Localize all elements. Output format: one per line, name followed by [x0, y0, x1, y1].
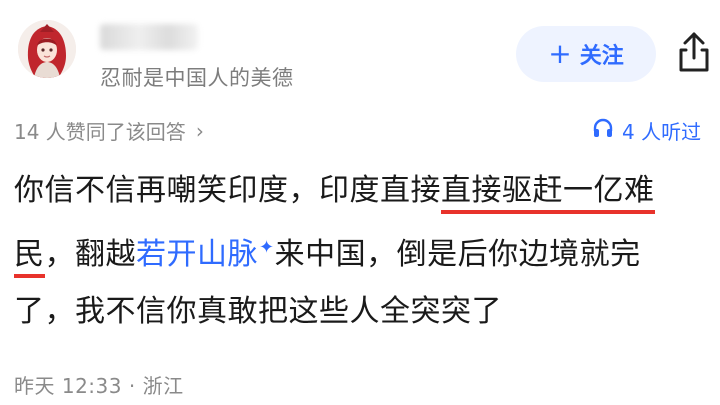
headphones-icon: [592, 117, 614, 144]
answer-text-4: 了，我不信你真敢把这些人全突突了: [14, 294, 502, 329]
answer-text-1: 你信不信再嘲笑印度，印度直接: [14, 173, 441, 208]
answer-text-underlined-2: 民: [14, 237, 45, 278]
likes-text: 14 人赞同了该回答: [14, 120, 186, 144]
sparkle-icon: ✦: [259, 237, 275, 258]
answer-text-underlined-1: 直接驱赶一亿难: [441, 173, 655, 214]
share-icon[interactable]: [676, 30, 712, 74]
answer-body: 你信不信再嘲笑印度，印度直接直接驱赶一亿难 民，翻越若开山脉✦来中国，倒是后你边…: [14, 162, 714, 340]
answer-text-2: ，翻越: [44, 237, 136, 272]
follow-label: 关注: [579, 44, 624, 69]
likes-summary[interactable]: 14 人赞同了该回答 ›: [14, 116, 204, 145]
post-meta: 昨天 12:33 · 浙江: [14, 374, 184, 398]
listen-count[interactable]: 4 人听过: [592, 116, 701, 145]
mountain-link[interactable]: 若开山脉: [136, 237, 258, 272]
plus-icon: +: [548, 37, 572, 70]
answer-text-3: 来中国，倒是后你边境就完: [274, 237, 641, 272]
listen-text: 4 人听过: [622, 120, 702, 144]
avatar-image: [18, 20, 76, 78]
avatar[interactable]: [18, 20, 76, 78]
chevron-right-icon: ›: [195, 118, 204, 143]
username-blurred: [100, 24, 198, 50]
follow-button[interactable]: + 关注: [516, 26, 656, 82]
user-signature: 忍耐是中国人的美德: [100, 66, 294, 90]
